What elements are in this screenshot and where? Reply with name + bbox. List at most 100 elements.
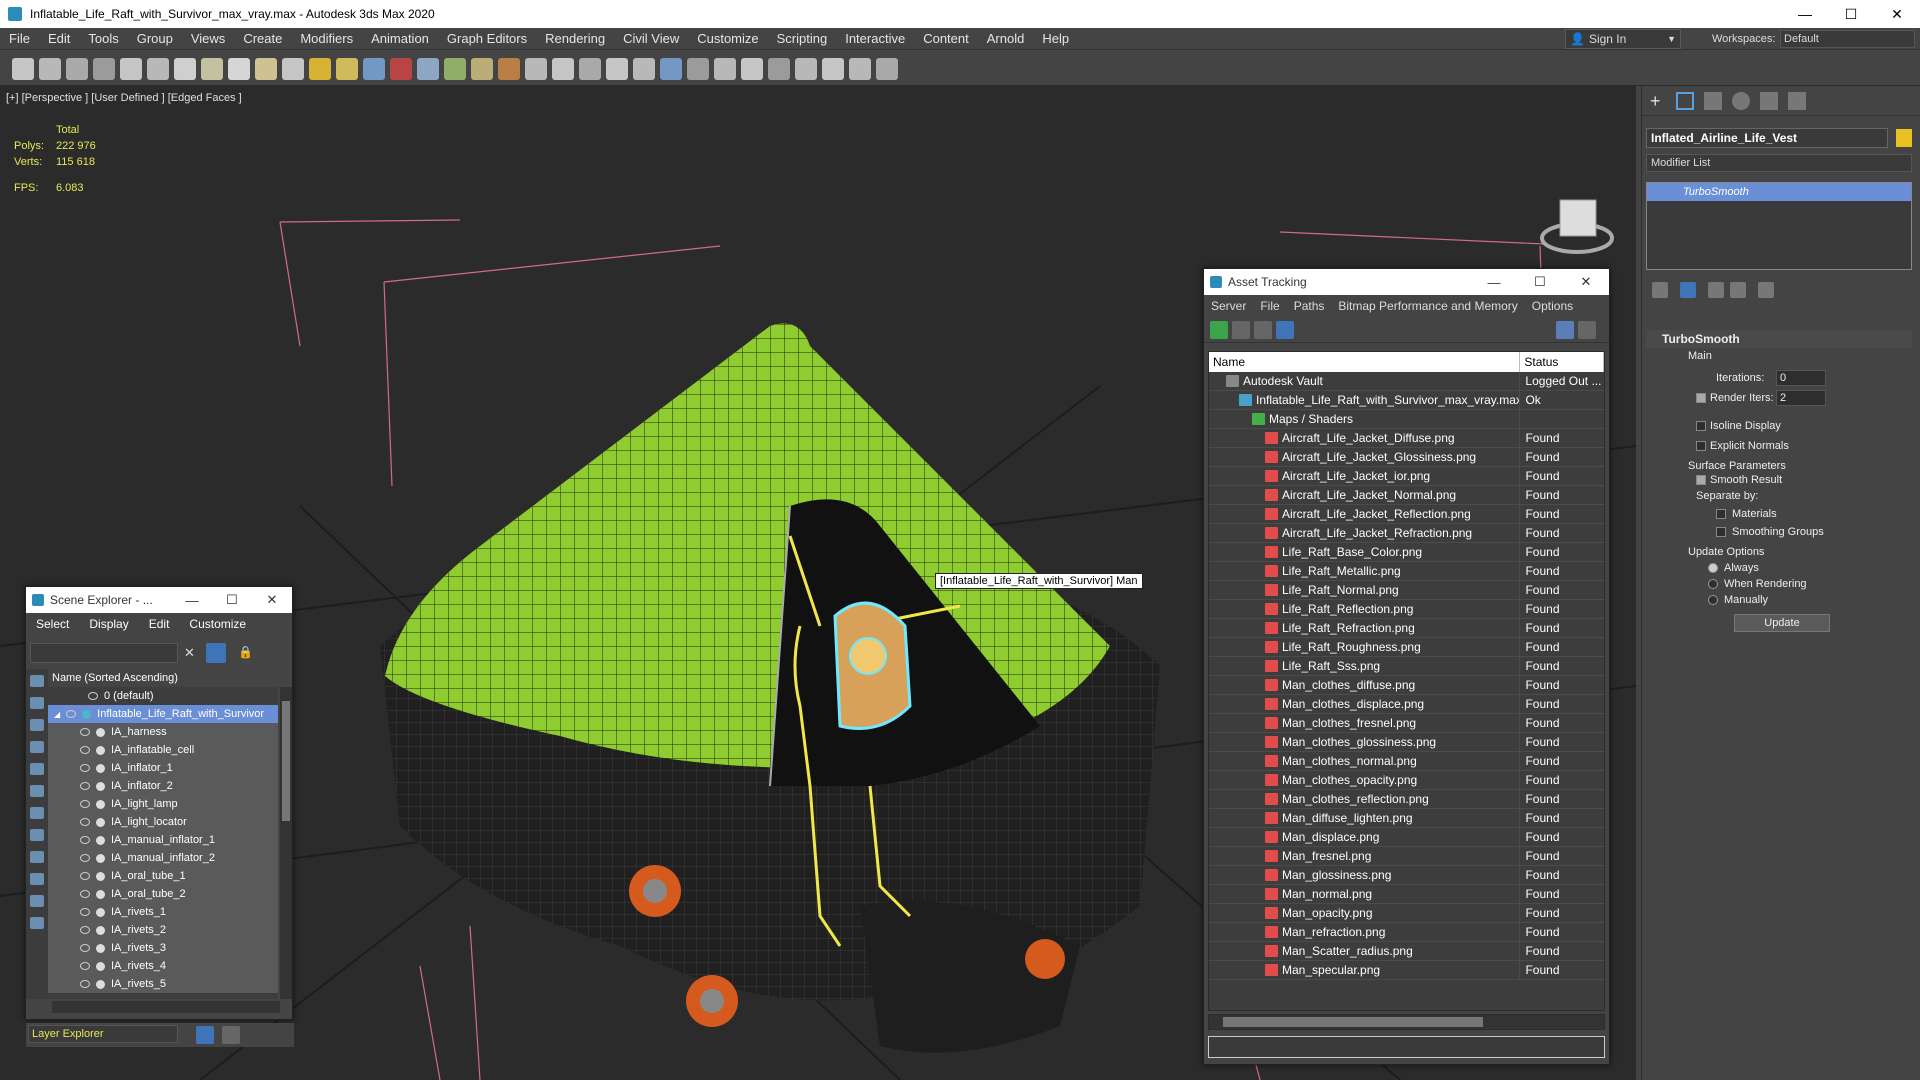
minimize-button[interactable]: — [172, 587, 212, 613]
scene-menu-select[interactable]: Select [26, 617, 79, 631]
maximize-button[interactable]: ☐ [1517, 269, 1563, 295]
filter-bones-icon[interactable] [30, 851, 44, 863]
modify-tab-icon[interactable] [1676, 92, 1694, 110]
named-selection-icon[interactable] [525, 58, 547, 80]
pin-stack-icon[interactable] [1652, 282, 1668, 298]
scene-item[interactable]: IA_manual_inflator_1 [48, 831, 278, 849]
scene-menu-edit[interactable]: Edit [139, 617, 180, 631]
iterations-spinner[interactable]: 0 [1776, 370, 1826, 386]
layer-explorer-select[interactable]: Layer Explorer [28, 1025, 178, 1043]
spinner-snap-icon[interactable] [498, 58, 520, 80]
scene-explorer-titlebar[interactable]: Scene Explorer - ... — ☐ ✕ [26, 587, 292, 613]
list-view-icon[interactable] [1232, 321, 1250, 339]
percent-snap-icon[interactable] [471, 58, 493, 80]
scene-item[interactable]: IA_harness [48, 723, 278, 741]
scene-search-input[interactable] [30, 643, 178, 663]
menu-tools[interactable]: Tools [79, 31, 127, 46]
help-icon[interactable] [1556, 321, 1574, 339]
visibility-eye-icon[interactable] [80, 944, 90, 952]
scene-item[interactable]: IA_inflatable_cell [48, 741, 278, 759]
angle-snap-icon[interactable] [444, 58, 466, 80]
asset-row[interactable]: Life_Raft_Refraction.png Found [1209, 619, 1604, 638]
arnold-render-icon[interactable] [849, 58, 871, 80]
clear-search-icon[interactable]: ✕ [184, 645, 195, 661]
hierarchy-icon[interactable] [222, 1026, 240, 1044]
visibility-eye-icon[interactable] [80, 926, 90, 934]
render-iters-spinner[interactable]: 2 [1776, 390, 1826, 406]
asset-row[interactable]: Man_glossiness.png Found [1209, 866, 1604, 885]
unlink-icon[interactable] [39, 58, 61, 80]
visibility-eye-icon[interactable] [80, 890, 90, 898]
selection-filter-icon[interactable] [93, 58, 115, 80]
viewport-label[interactable]: [+] [Perspective ] [User Defined ] [Edge… [6, 92, 242, 104]
filter-shapes-icon[interactable] [30, 697, 44, 709]
menu-group[interactable]: Group [128, 31, 182, 46]
scene-item[interactable]: IA_inflator_1 [48, 759, 278, 777]
scene-item[interactable]: IA_rivets_1 [48, 903, 278, 921]
select-rotate-icon[interactable] [255, 58, 277, 80]
make-unique-icon[interactable] [1708, 282, 1724, 298]
refresh-icon[interactable] [1210, 321, 1228, 339]
workspaces-select[interactable]: Default [1780, 30, 1915, 48]
menu-views[interactable]: Views [182, 31, 234, 46]
pivot-center-icon[interactable] [336, 58, 358, 80]
mirror-icon[interactable] [552, 58, 574, 80]
asset-row[interactable]: Man_clothes_opacity.png Found [1209, 771, 1604, 790]
asset-row[interactable]: Man_clothes_glossiness.png Found [1209, 733, 1604, 752]
asset-menu-file[interactable]: File [1253, 299, 1286, 313]
column-header-status[interactable]: Status [1520, 352, 1604, 372]
asset-row[interactable]: Man_clothes_diffuse.png Found [1209, 676, 1604, 695]
table-view-icon[interactable] [1254, 321, 1272, 339]
visibility-eye-icon[interactable] [80, 962, 90, 970]
menu-file[interactable]: File [0, 31, 39, 46]
asset-row[interactable]: Maps / Shaders [1209, 410, 1604, 429]
select-object-icon[interactable] [120, 58, 142, 80]
asset-menu-server[interactable]: Server [1204, 299, 1253, 313]
asset-row[interactable]: Man_refraction.png Found [1209, 923, 1604, 942]
filter-geometry-icon[interactable] [30, 675, 44, 687]
scene-item[interactable]: 0 (default) [48, 687, 278, 705]
asset-row[interactable]: Man_opacity.png Found [1209, 904, 1604, 923]
scene-item[interactable]: IA_rivets_5 [48, 975, 278, 993]
reference-coord-icon[interactable] [309, 58, 331, 80]
menu-help[interactable]: Help [1033, 31, 1078, 46]
asset-row[interactable]: Life_Raft_Metallic.png Found [1209, 562, 1604, 581]
menu-civil-view[interactable]: Civil View [614, 31, 688, 46]
utilities-tab-icon[interactable] [1788, 92, 1806, 110]
asset-menu-bitmap-performance-and-memory[interactable]: Bitmap Performance and Memory [1331, 299, 1524, 313]
rollout-title[interactable]: TurboSmooth [1646, 330, 1912, 348]
maximize-button[interactable]: ☐ [212, 587, 252, 613]
visibility-eye-icon[interactable] [80, 728, 90, 736]
scene-item[interactable]: IA_rivets_4 [48, 957, 278, 975]
show-end-result-icon[interactable] [1680, 282, 1696, 298]
filter-warps-icon[interactable] [30, 785, 44, 797]
scene-vertical-scrollbar[interactable] [280, 687, 292, 999]
stack-item-turbosmooth[interactable]: TurboSmooth [1647, 183, 1911, 201]
layer-icon[interactable] [196, 1026, 214, 1044]
scene-item[interactable]: IA_inflator_2 [48, 777, 278, 795]
asset-row[interactable]: Life_Raft_Normal.png Found [1209, 581, 1604, 600]
select-move-icon[interactable] [228, 58, 250, 80]
filter-containers-icon[interactable] [30, 873, 44, 885]
asset-row[interactable]: Man_clothes_reflection.png Found [1209, 790, 1604, 809]
scene-list-header[interactable]: Name (Sorted Ascending) [48, 669, 278, 687]
visibility-eye-icon[interactable] [80, 818, 90, 826]
menu-edit[interactable]: Edit [39, 31, 79, 46]
asset-row[interactable]: Man_clothes_displace.png Found [1209, 695, 1604, 714]
asset-row[interactable]: Aircraft_Life_Jacket_Reflection.png Found [1209, 505, 1604, 524]
render-iters-checkbox[interactable] [1696, 393, 1706, 403]
grid-view-icon[interactable] [1276, 321, 1294, 339]
sign-in-dropdown[interactable]: 👤 Sign In ▼ [1565, 29, 1681, 49]
visibility-eye-icon[interactable] [88, 692, 98, 700]
hierarchy-tab-icon[interactable] [1704, 92, 1722, 110]
menu-rendering[interactable]: Rendering [536, 31, 614, 46]
filter-xrefs-icon[interactable] [30, 829, 44, 841]
asset-row[interactable]: Aircraft_Life_Jacket_Diffuse.png Found [1209, 429, 1604, 448]
asset-row[interactable]: Man_specular.png Found [1209, 961, 1604, 980]
asset-path-field[interactable] [1208, 1036, 1605, 1058]
smooth-result-checkbox[interactable] [1696, 475, 1706, 485]
close-button[interactable]: ✕ [252, 587, 292, 613]
column-header-name[interactable]: Name [1209, 352, 1521, 372]
material-editor-icon[interactable] [714, 58, 736, 80]
select-manipulate-icon[interactable] [363, 58, 385, 80]
